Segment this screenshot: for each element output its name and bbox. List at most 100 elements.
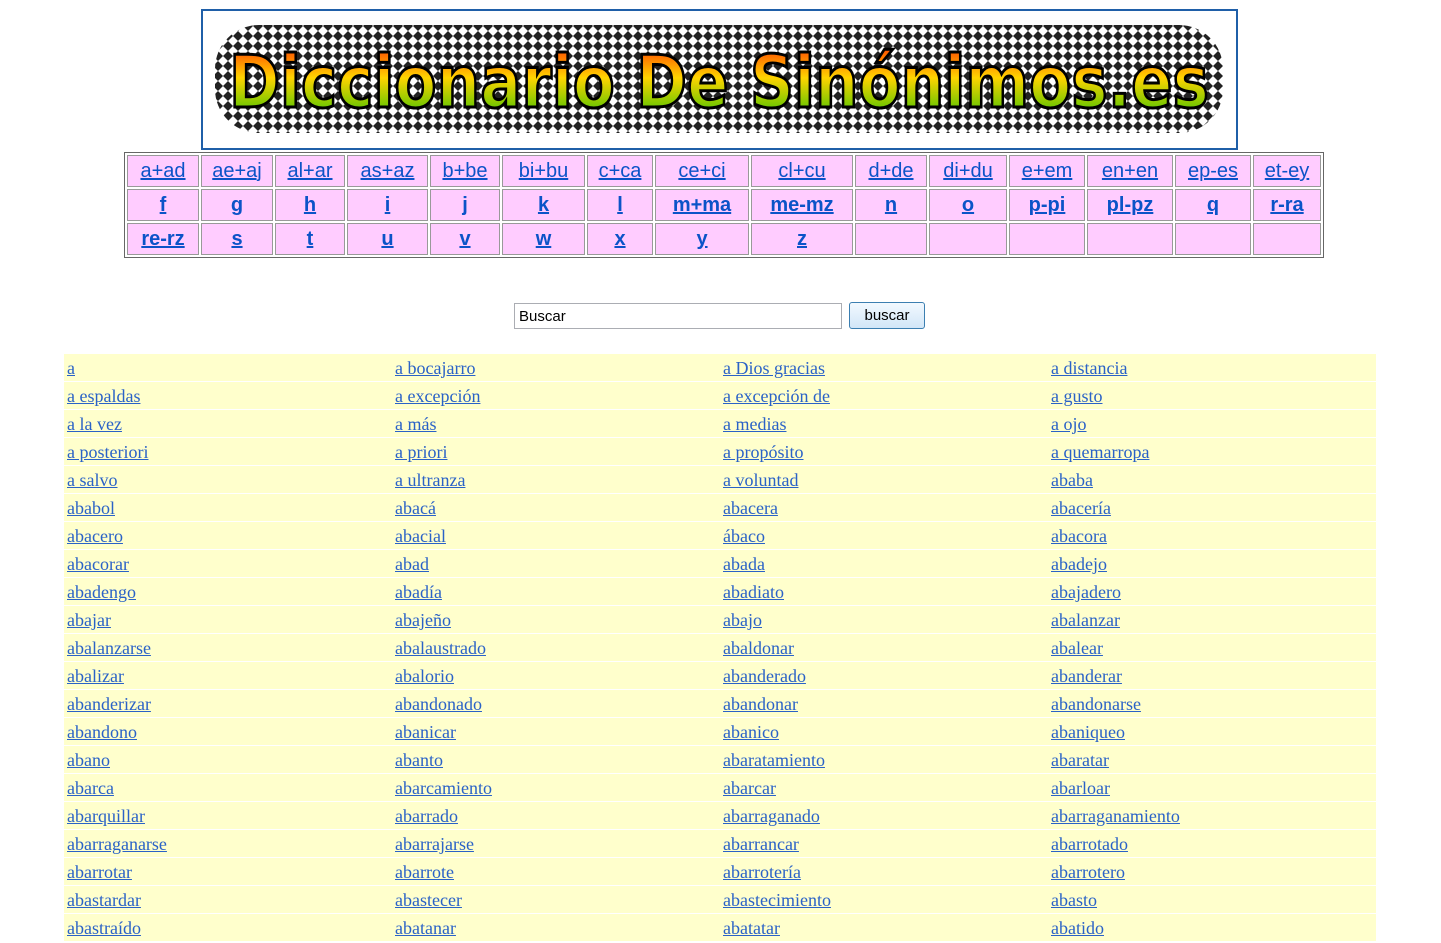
- word-link[interactable]: abanto: [392, 746, 720, 774]
- word-link[interactable]: a: [64, 354, 392, 382]
- nav-link[interactable]: k: [503, 190, 584, 220]
- word-link[interactable]: abajeño: [392, 606, 720, 634]
- word-link[interactable]: ababa: [1048, 466, 1376, 494]
- word-link[interactable]: a excepción de: [720, 382, 1048, 410]
- site-logo-banner[interactable]: Diccionario De Sinónimos.es: [201, 9, 1238, 150]
- word-link[interactable]: a la vez: [64, 410, 392, 438]
- nav-link[interactable]: ae+aj: [202, 156, 272, 186]
- nav-link[interactable]: s: [202, 224, 272, 254]
- word-link[interactable]: abalaustrado: [392, 634, 720, 662]
- nav-link[interactable]: y: [656, 224, 748, 254]
- nav-link[interactable]: m+ma: [656, 190, 748, 220]
- word-link[interactable]: abalorio: [392, 662, 720, 690]
- word-link[interactable]: a bocajarro: [392, 354, 720, 382]
- word-link[interactable]: a gusto: [1048, 382, 1376, 410]
- word-link[interactable]: abacial: [392, 522, 720, 550]
- word-link[interactable]: abatanar: [392, 914, 720, 942]
- word-link[interactable]: abadía: [392, 578, 720, 606]
- word-link[interactable]: abalanzarse: [64, 634, 392, 662]
- word-link[interactable]: a espaldas: [64, 382, 392, 410]
- nav-link[interactable]: pl-pz: [1088, 190, 1172, 220]
- word-link[interactable]: abarrado: [392, 802, 720, 830]
- nav-link[interactable]: et-ey: [1254, 156, 1320, 186]
- nav-link[interactable]: cl+cu: [752, 156, 852, 186]
- nav-link[interactable]: r-ra: [1254, 190, 1320, 220]
- word-link[interactable]: abadiato: [720, 578, 1048, 606]
- word-link[interactable]: abacorar: [64, 550, 392, 578]
- word-link[interactable]: abarrotado: [1048, 830, 1376, 858]
- word-link[interactable]: abastecer: [392, 886, 720, 914]
- nav-link[interactable]: g: [202, 190, 272, 220]
- nav-link[interactable]: z: [752, 224, 852, 254]
- word-link[interactable]: a excepción: [392, 382, 720, 410]
- word-link[interactable]: abalanzar: [1048, 606, 1376, 634]
- word-link[interactable]: abacora: [1048, 522, 1376, 550]
- word-link[interactable]: abaldonar: [720, 634, 1048, 662]
- word-link[interactable]: a quemarropa: [1048, 438, 1376, 466]
- nav-link[interactable]: i: [348, 190, 427, 220]
- search-button[interactable]: buscar: [849, 302, 925, 329]
- word-link[interactable]: abaratamiento: [720, 746, 1048, 774]
- word-link[interactable]: a Dios gracias: [720, 354, 1048, 382]
- word-link[interactable]: abastecimiento: [720, 886, 1048, 914]
- word-link[interactable]: abaniqueo: [1048, 718, 1376, 746]
- nav-link[interactable]: ce+ci: [656, 156, 748, 186]
- nav-link[interactable]: n: [856, 190, 926, 220]
- word-link[interactable]: abandonar: [720, 690, 1048, 718]
- word-link[interactable]: a propósito: [720, 438, 1048, 466]
- nav-link[interactable]: h: [276, 190, 344, 220]
- word-link[interactable]: abajo: [720, 606, 1048, 634]
- nav-link[interactable]: f: [128, 190, 198, 220]
- word-link[interactable]: a ultranza: [392, 466, 720, 494]
- word-link[interactable]: abarca: [64, 774, 392, 802]
- word-link[interactable]: abadengo: [64, 578, 392, 606]
- nav-link[interactable]: e+em: [1010, 156, 1084, 186]
- word-link[interactable]: abandono: [64, 718, 392, 746]
- nav-link[interactable]: en+en: [1088, 156, 1172, 186]
- nav-link[interactable]: di+du: [930, 156, 1006, 186]
- word-link[interactable]: ababol: [64, 494, 392, 522]
- word-link[interactable]: abastraído: [64, 914, 392, 942]
- word-link[interactable]: abarloar: [1048, 774, 1376, 802]
- word-link[interactable]: abatido: [1048, 914, 1376, 942]
- word-link[interactable]: a distancia: [1048, 354, 1376, 382]
- search-input[interactable]: [514, 303, 842, 329]
- word-link[interactable]: abarquillar: [64, 802, 392, 830]
- word-link[interactable]: abanderar: [1048, 662, 1376, 690]
- word-link[interactable]: abarrotero: [1048, 858, 1376, 886]
- nav-link[interactable]: c+ca: [588, 156, 652, 186]
- word-link[interactable]: abalear: [1048, 634, 1376, 662]
- nav-link[interactable]: p-pi: [1010, 190, 1084, 220]
- word-link[interactable]: a medias: [720, 410, 1048, 438]
- nav-link[interactable]: q: [1176, 190, 1250, 220]
- word-link[interactable]: abarrancar: [720, 830, 1048, 858]
- word-link[interactable]: abajar: [64, 606, 392, 634]
- nav-link[interactable]: d+de: [856, 156, 926, 186]
- nav-link[interactable]: me-mz: [752, 190, 852, 220]
- word-link[interactable]: abacero: [64, 522, 392, 550]
- word-link[interactable]: abanderizar: [64, 690, 392, 718]
- nav-link[interactable]: al+ar: [276, 156, 344, 186]
- nav-link[interactable]: l: [588, 190, 652, 220]
- word-link[interactable]: abandonarse: [1048, 690, 1376, 718]
- word-link[interactable]: abacá: [392, 494, 720, 522]
- word-link[interactable]: abacera: [720, 494, 1048, 522]
- word-link[interactable]: abalizar: [64, 662, 392, 690]
- nav-link[interactable]: as+az: [348, 156, 427, 186]
- word-link[interactable]: abad: [392, 550, 720, 578]
- word-link[interactable]: abarcamiento: [392, 774, 720, 802]
- word-link[interactable]: abano: [64, 746, 392, 774]
- word-link[interactable]: abasto: [1048, 886, 1376, 914]
- word-link[interactable]: abarrote: [392, 858, 720, 886]
- word-link[interactable]: abarcar: [720, 774, 1048, 802]
- word-link[interactable]: abacería: [1048, 494, 1376, 522]
- nav-link[interactable]: bi+bu: [503, 156, 584, 186]
- word-link[interactable]: ábaco: [720, 522, 1048, 550]
- word-link[interactable]: abanicar: [392, 718, 720, 746]
- nav-link[interactable]: x: [588, 224, 652, 254]
- word-link[interactable]: abada: [720, 550, 1048, 578]
- word-link[interactable]: abarraganamiento: [1048, 802, 1376, 830]
- word-link[interactable]: a voluntad: [720, 466, 1048, 494]
- nav-link[interactable]: j: [431, 190, 499, 220]
- nav-link[interactable]: o: [930, 190, 1006, 220]
